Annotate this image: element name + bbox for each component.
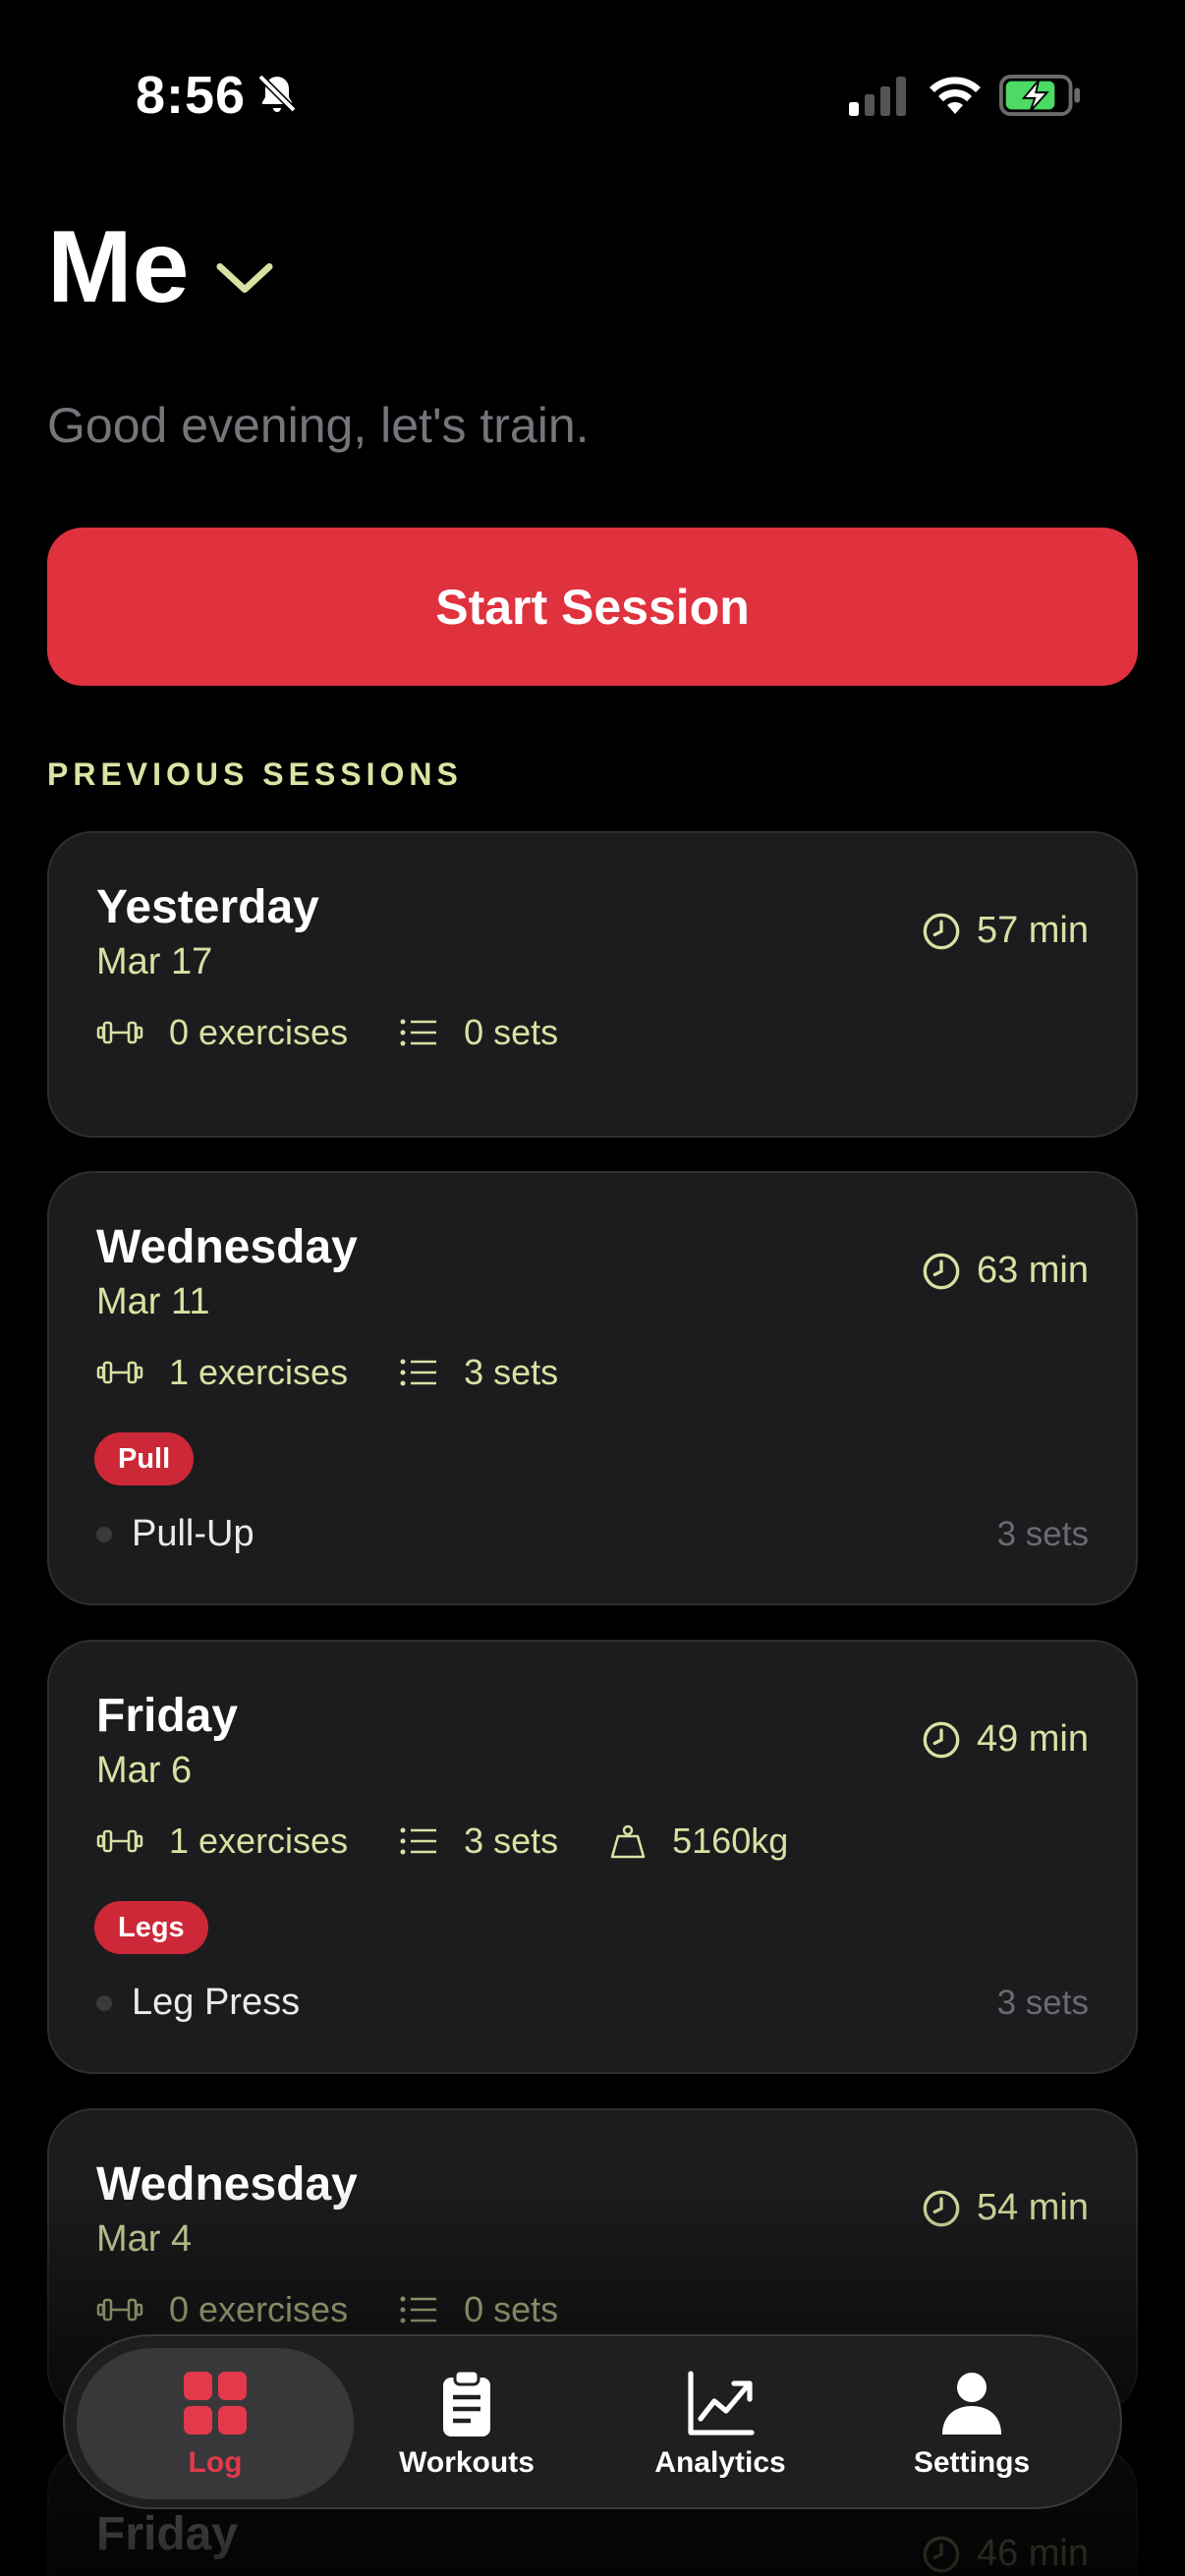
exercise-name: Leg Press (132, 1982, 301, 2023)
clock-icon (923, 1253, 960, 1289)
section-heading: PREVIOUS SESSIONS (47, 756, 463, 792)
session-duration: 49 min (922, 1718, 1089, 1761)
session-day: Friday (96, 1690, 239, 1742)
exercise-count: 0 exercises (96, 2289, 348, 2330)
dumbbell-icon (96, 1021, 143, 1044)
session-card[interactable]: Yesterday Mar 17 57 min 0 exercises 0 se… (47, 831, 1138, 1138)
bullet-dot (96, 1994, 112, 2011)
greeting-text: Good evening, let's train. (47, 398, 590, 453)
session-date: Mar 17 (96, 941, 213, 982)
person-icon (942, 2373, 1001, 2435)
clipboard-icon (443, 2369, 490, 2436)
status-time: 8:56 (136, 66, 247, 125)
set-count: 3 sets (399, 1820, 558, 1862)
tab-log[interactable]: Log (77, 2348, 354, 2499)
list-icon (400, 1359, 437, 1386)
category-tag: Legs (94, 1901, 208, 1954)
battery-charging-icon (999, 75, 1081, 116)
profile-selector[interactable]: Me (47, 206, 275, 328)
session-card[interactable]: Wednesday Mar 11 63 min 1 exercises 3 se… (47, 1171, 1138, 1605)
exercise-name: Pull-Up (132, 1513, 254, 1554)
session-stats: 0 exercises 0 sets (96, 1012, 609, 1053)
exercise-count-text: 1 exercises (169, 1352, 349, 1392)
session-date: Mar 6 (96, 1750, 193, 1791)
session-date: Mar 11 (96, 1281, 210, 1322)
session-day: Friday (96, 2508, 239, 2560)
tab-workouts[interactable]: Workouts (328, 2348, 605, 2499)
dumbbell-icon (96, 1829, 143, 1853)
clock-icon (923, 1721, 960, 1758)
set-count: 3 sets (399, 1352, 558, 1393)
session-date: Mar 4 (96, 2218, 193, 2260)
session-duration: 57 min (922, 910, 1089, 952)
session-stats: 0 exercises 0 sets (96, 2289, 609, 2330)
exercise-row: Pull-Up 3 sets (96, 1513, 1089, 1555)
tab-label: Settings (913, 2446, 1031, 2479)
exercise-sets: 3 sets (996, 1983, 1089, 2022)
wifi-icon (930, 77, 981, 114)
bell-slash-icon (257, 74, 297, 113)
session-duration: 54 min (922, 2187, 1089, 2229)
set-count: 0 sets (399, 2289, 558, 2330)
tab-label: Workouts (399, 2446, 535, 2479)
session-duration: 63 min (922, 1250, 1089, 1292)
status-bar: 8:56 (0, 0, 1185, 187)
session-day: Wednesday (96, 2158, 358, 2211)
chart-line-icon (688, 2371, 755, 2436)
set-count: 0 sets (399, 1012, 558, 1053)
tab-analytics[interactable]: Analytics (582, 2348, 859, 2499)
tab-label: Analytics (654, 2446, 786, 2479)
exercise-count-text: 1 exercises (169, 1820, 349, 1861)
session-day: Wednesday (96, 1221, 358, 1273)
clock-icon (923, 2536, 960, 2572)
session-duration: 46 min (922, 2533, 1089, 2575)
bullet-dot (96, 1526, 112, 1542)
set-count-text: 3 sets (464, 1352, 559, 1392)
weight-icon (610, 1824, 646, 1859)
clock-icon (923, 913, 960, 949)
duration-value: 57 min (976, 910, 1089, 951)
exercise-count: 1 exercises (96, 1352, 348, 1393)
exercise-count: 1 exercises (96, 1820, 348, 1862)
duration-value: 49 min (976, 1718, 1089, 1760)
session-stats: 1 exercises 3 sets 5160kg (96, 1820, 839, 1862)
tab-bar: Log Workouts Analytics Settings (63, 2334, 1122, 2509)
exercise-sets: 3 sets (996, 1514, 1089, 1553)
chevron-down-icon (216, 262, 274, 294)
exercise-count: 0 exercises (96, 1012, 348, 1053)
session-stats: 1 exercises 3 sets (96, 1352, 609, 1393)
dumbbell-icon (96, 2298, 143, 2322)
list-icon (400, 1827, 437, 1855)
signal-icon (849, 77, 906, 116)
clock-icon (923, 2190, 960, 2226)
exercise-row: Leg Press 3 sets (96, 1982, 1089, 2024)
session-day: Yesterday (96, 881, 319, 933)
dumbbell-icon (96, 1361, 143, 1384)
volume: 5160kg (609, 1820, 788, 1862)
category-tag: Pull (94, 1432, 195, 1485)
volume-text: 5160kg (672, 1820, 789, 1861)
page-title: Me (47, 210, 190, 324)
exercise-count-text: 0 exercises (169, 2289, 349, 2329)
tab-label: Log (188, 2446, 243, 2479)
grid-icon (184, 2372, 247, 2435)
list-icon (400, 1019, 437, 1046)
tab-settings[interactable]: Settings (833, 2348, 1110, 2499)
list-icon (400, 2296, 437, 2324)
duration-value: 63 min (976, 1250, 1089, 1291)
session-card[interactable]: Friday Mar 6 49 min 1 exercises 3 sets 5… (47, 1640, 1138, 2074)
set-count-text: 0 sets (464, 2289, 559, 2329)
start-session-button[interactable]: Start Session (47, 528, 1138, 686)
duration-value: 46 min (976, 2533, 1089, 2574)
set-count-text: 0 sets (464, 1012, 559, 1052)
exercise-count-text: 0 exercises (169, 1012, 349, 1052)
duration-value: 54 min (976, 2187, 1089, 2228)
set-count-text: 3 sets (464, 1820, 559, 1861)
